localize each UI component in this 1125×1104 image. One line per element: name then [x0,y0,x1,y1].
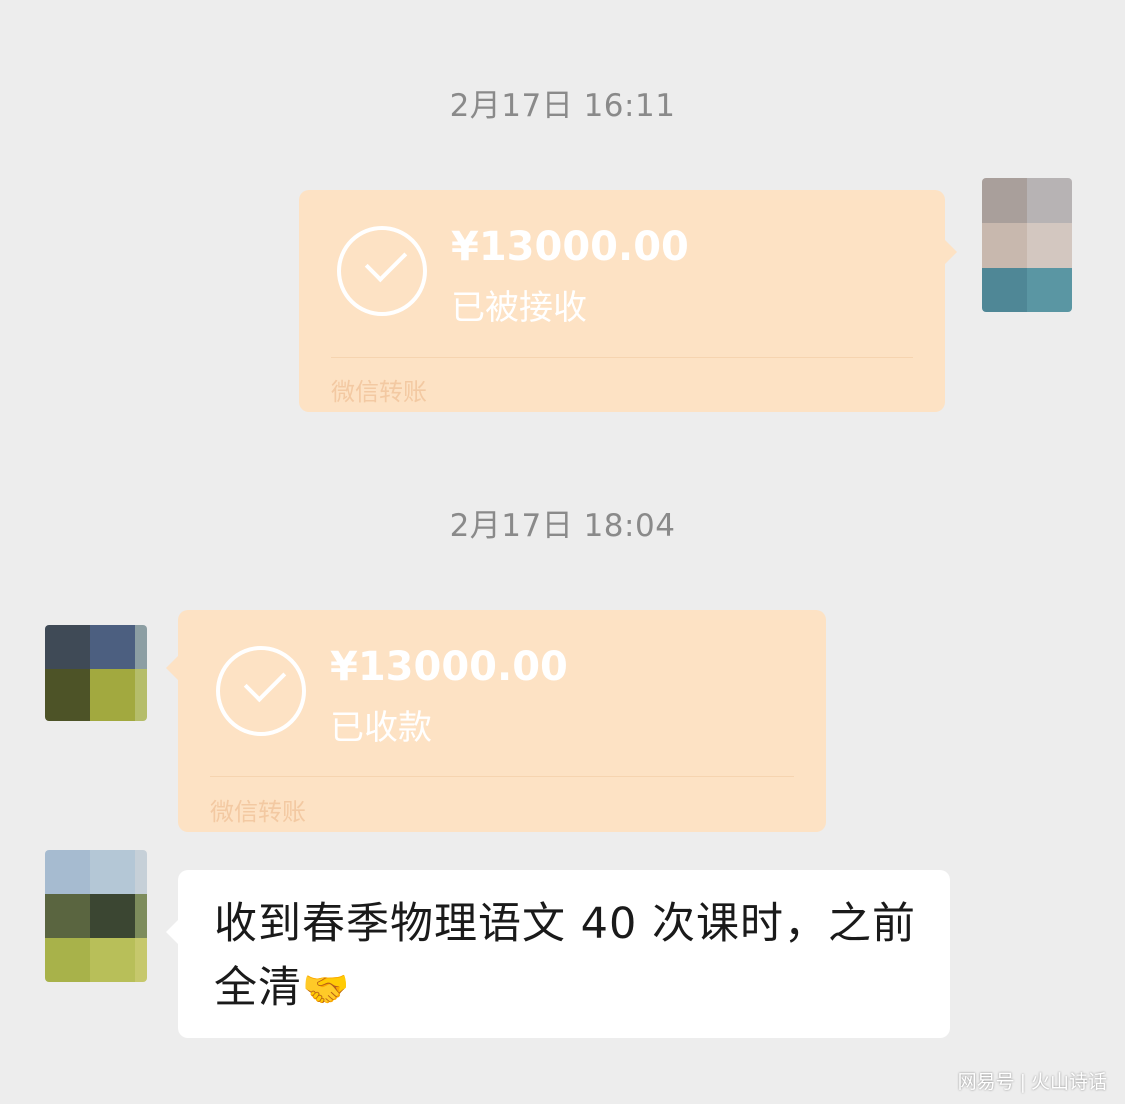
watermark-separator: | [1019,1071,1026,1093]
avatar-contact[interactable] [45,850,147,982]
check-circle-icon [337,226,427,316]
transfer-amount: ¥13000.00 [451,224,689,270]
bubble-tail [945,240,957,264]
transfer-status: 已被接收 [451,288,587,328]
message-timestamp: 2月17日 16:11 [449,88,676,124]
transfer-divider [210,776,794,777]
watermark-author: 火山诗话 [1030,1071,1107,1093]
transfer-amount: ¥13000.00 [330,644,568,690]
text-message-bubble[interactable]: 收到春季物理语文 40 次课时，之前全清🤝 [166,870,950,1038]
avatar-contact[interactable] [45,625,147,721]
transfer-divider [331,357,913,358]
transfer-bubble-received[interactable]: ¥13000.00 已收款 微信转账 [166,610,826,832]
check-circle-icon [216,646,306,736]
message-timestamp: 2月17日 18:04 [449,508,676,544]
transfer-brand-label: 微信转账 [210,798,306,826]
bubble-tail [166,920,178,944]
transfer-status: 已收款 [330,708,432,748]
transfer-brand-label: 微信转账 [331,378,427,406]
watermark: 网易号 | 火山诗话 [958,1067,1107,1094]
watermark-source: 网易号 [957,1071,1015,1093]
transfer-bubble-sent[interactable]: ¥13000.00 已被接收 微信转账 [299,190,957,412]
bubble-tail [166,656,178,680]
avatar-self[interactable] [982,178,1072,312]
message-text: 收到春季物理语文 40 次课时，之前全清🤝 [214,892,924,1021]
handshake-icon: 🤝 [302,967,351,1011]
